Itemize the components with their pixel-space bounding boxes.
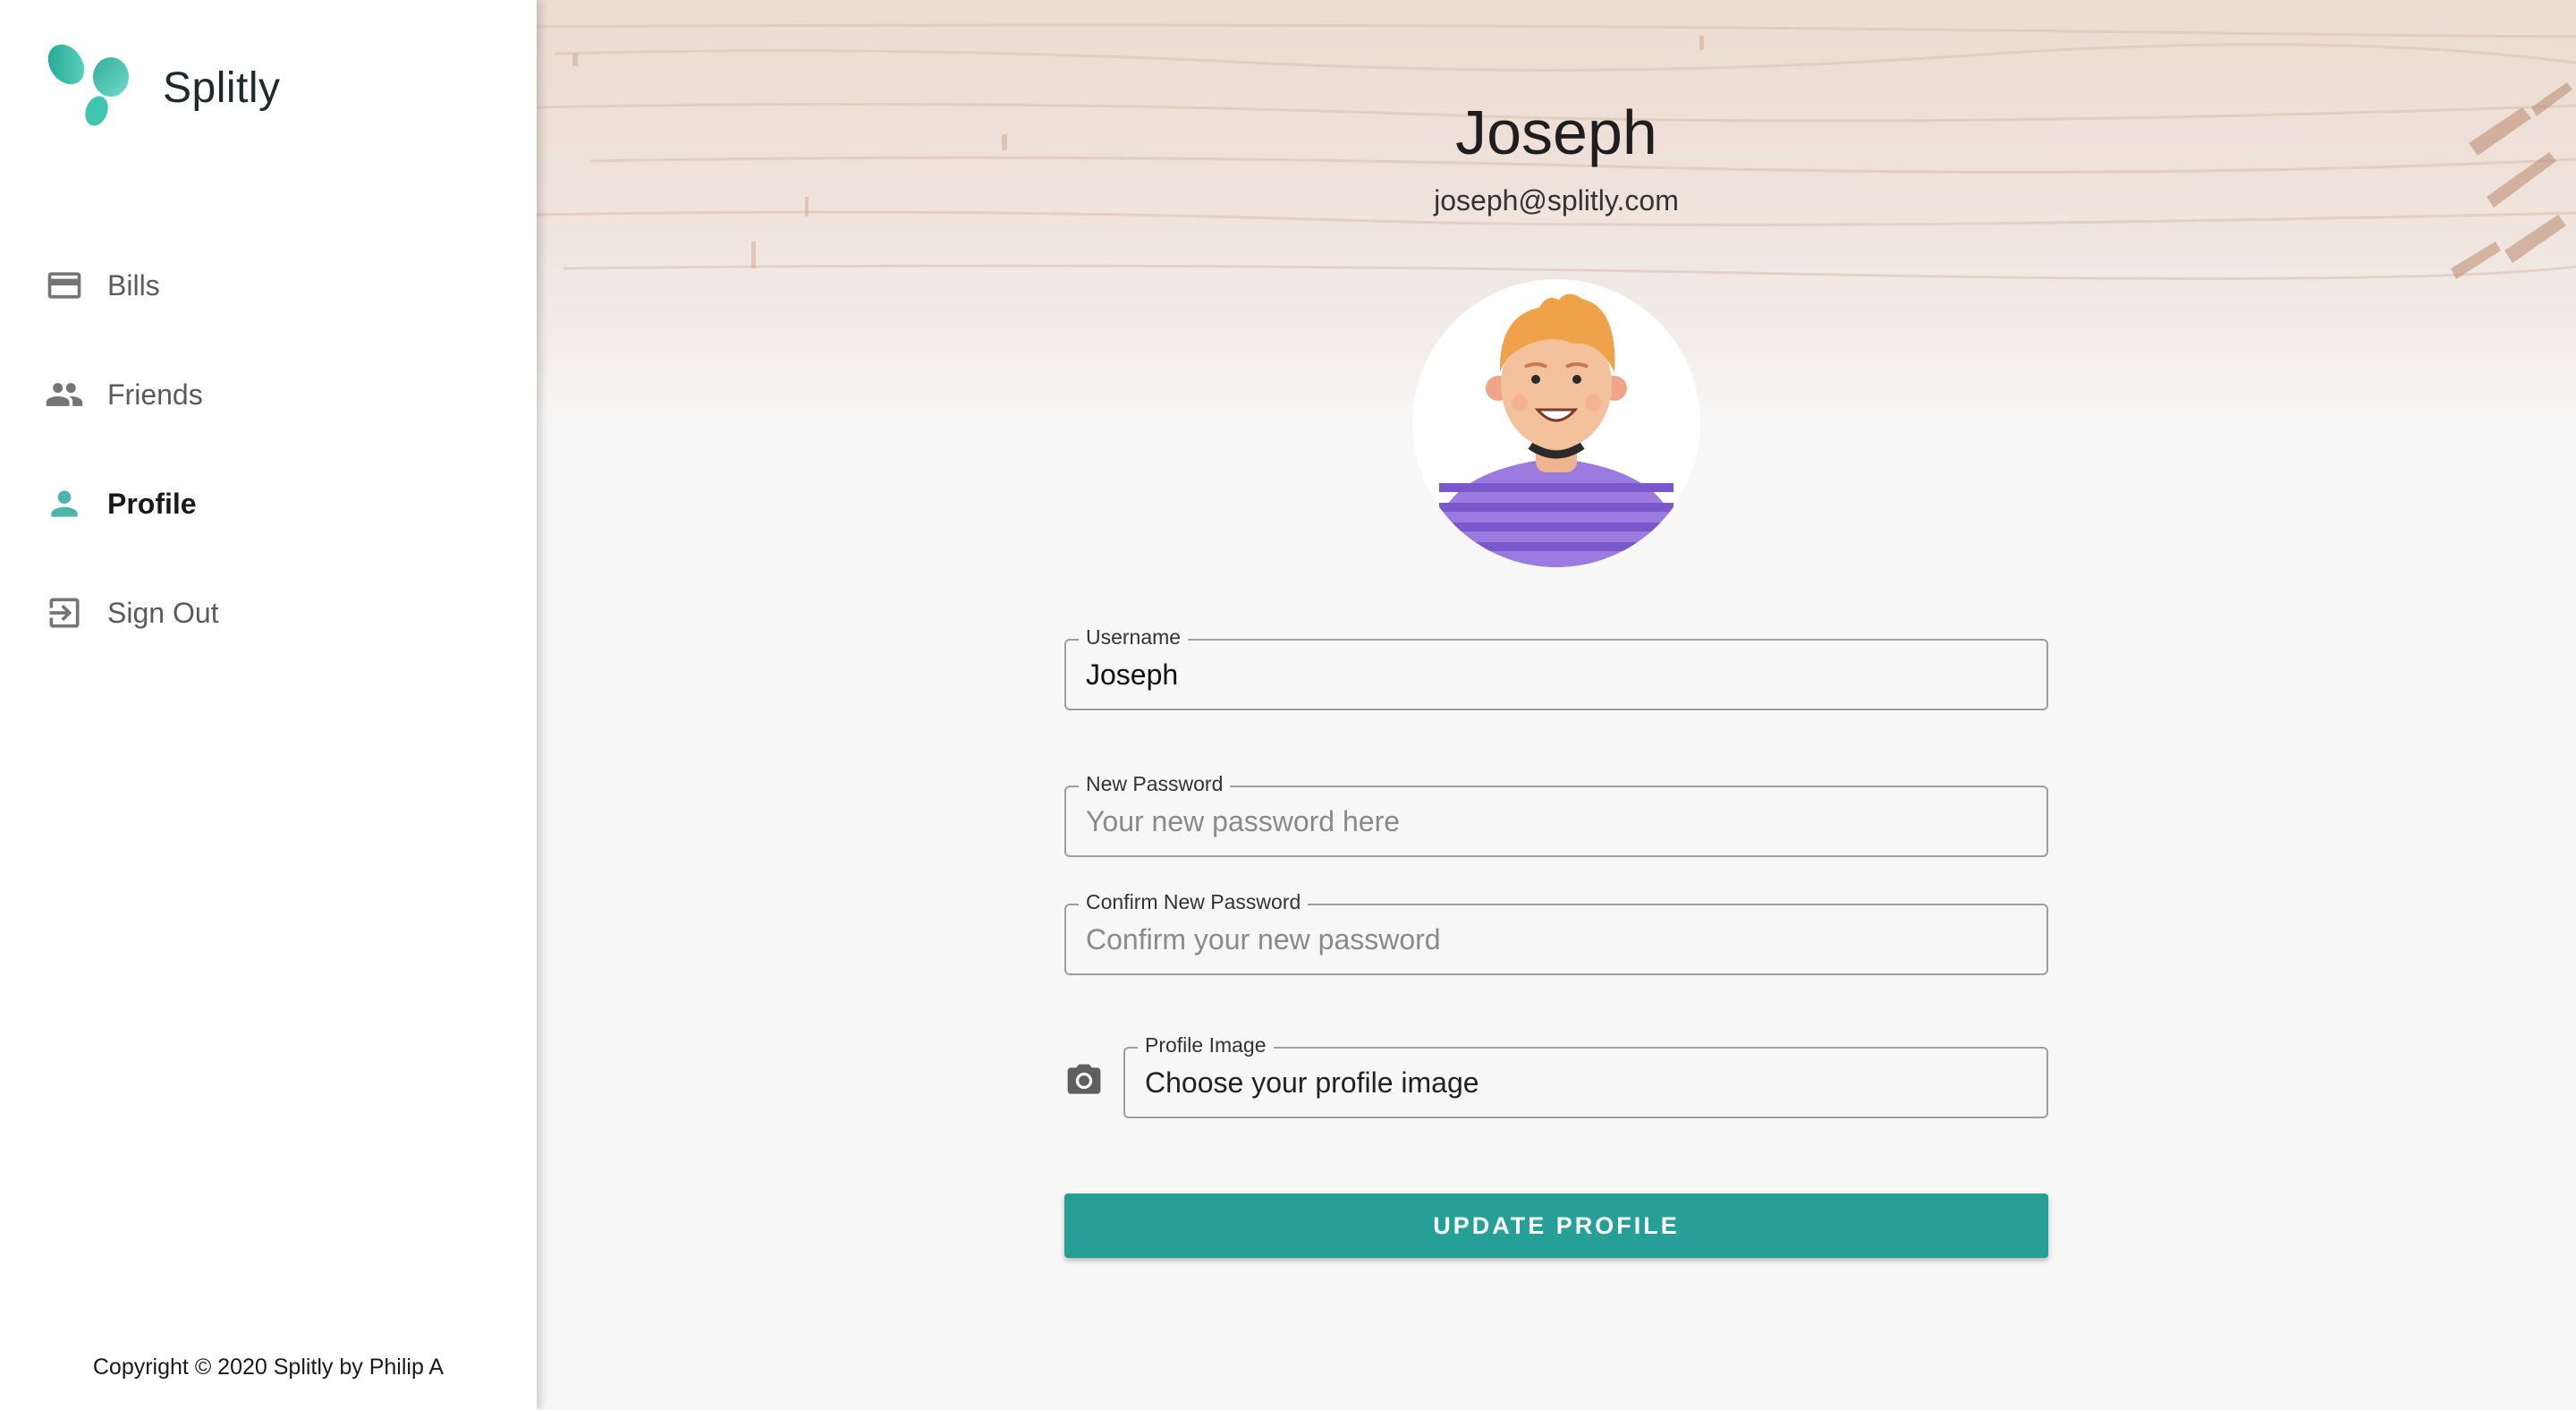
copyright-text: Copyright © 2020 Splitly by Philip A [92,1355,445,1380]
avatar [1412,279,1700,567]
credit-card-icon [45,266,84,305]
sidebar-item-profile[interactable]: Profile [45,449,510,558]
profile-image-label: Profile Image [1138,1033,1274,1058]
sidebar-item-label: Profile [107,487,197,520]
sidebar-item-label: Bills [107,268,160,302]
sidebar-item-sign-out[interactable]: Sign Out [45,558,510,667]
people-icon [45,375,84,414]
sidebar-item-friends[interactable]: Friends [45,340,510,449]
confirm-password-input[interactable] [1086,922,2016,957]
profile-name: Joseph [1455,98,1657,167]
confirm-password-label: Confirm New Password [1079,890,1309,914]
splitly-logo-icon [41,39,134,137]
username-field[interactable]: Username [1064,625,2048,710]
profile-email: joseph@splitly.com [1434,184,1679,217]
cartoon-avatar-icon [1439,293,1674,567]
sidebar-item-label: Sign Out [107,596,219,629]
update-profile-button[interactable]: UPDATE PROFILE [1064,1193,2048,1258]
brand[interactable]: Splitly [41,39,281,137]
exit-icon [45,593,84,633]
profile-image-field[interactable]: Profile Image [1123,1033,2048,1118]
new-password-input[interactable] [1086,803,2016,839]
app-name: Splitly [163,64,281,112]
camera-icon[interactable] [1064,1061,1104,1100]
username-input[interactable] [1086,657,2016,692]
sidebar-nav: Bills Friends Profile Sign Out [45,231,510,667]
profile-image-input[interactable] [1145,1065,2021,1100]
username-label: Username [1079,625,1189,650]
sidebar: Splitly Bills Friends Profile Sign Out C… [0,0,537,1410]
sidebar-item-label: Friends [107,378,203,411]
sidebar-item-bills[interactable]: Bills [45,231,510,340]
person-icon [45,484,84,523]
new-password-field[interactable]: New Password [1064,772,2048,857]
main-content: Joseph joseph@splitly.com Username Josep… [537,0,2576,1410]
confirm-password-field[interactable]: Confirm New Password [1064,890,2048,975]
new-password-label: New Password [1079,772,1231,796]
